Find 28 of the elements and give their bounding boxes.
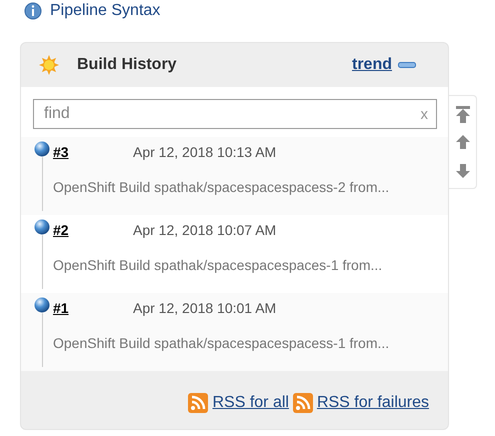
build-description: OpenShift Build spathak/spacespacespacess-2 from...: [53, 179, 390, 195]
rss-link[interactable]: RSS for failures: [292, 393, 429, 413]
scroll-up-button[interactable]: [454, 134, 470, 150]
build-date: Apr 12, 2018 10:07 AM: [133, 222, 278, 238]
up-arrow-icon: [454, 134, 470, 150]
scroll-top-button[interactable]: [454, 106, 470, 122]
rss-link[interactable]: RSS for all: [188, 393, 289, 413]
scroll-down-button[interactable]: [454, 162, 470, 178]
panel-title: Build History: [77, 56, 178, 74]
status-ball-icon: [34, 219, 50, 235]
sun-icon: [39, 55, 59, 75]
trend-link[interactable]: trend: [352, 56, 392, 74]
build-description: OpenShift Build spathak/spacespacespacess-1 from...: [53, 335, 390, 351]
build-number-link[interactable]: #3: [53, 144, 133, 160]
info-icon: [24, 2, 42, 20]
build-number-link[interactable]: #2: [53, 222, 133, 238]
rss-icon: [292, 393, 313, 413]
arrow-to-top-icon: [454, 106, 470, 122]
status-ball-icon: [34, 297, 50, 313]
build-date: Apr 12, 2018 10:13 AM: [133, 144, 278, 160]
build-description: OpenShift Build spathak/spacespacespaces-1 from...: [53, 257, 384, 273]
status-ball-icon: [34, 141, 50, 157]
down-arrow-icon: [454, 162, 470, 178]
build-number-link[interactable]: #1: [53, 300, 133, 316]
rss-icon: [188, 393, 208, 413]
collapse-icon[interactable]: [398, 62, 416, 68]
pipeline-syntax-link[interactable]: Pipeline Syntax: [50, 2, 160, 20]
build-date: Apr 12, 2018 10:01 AM: [133, 300, 278, 316]
